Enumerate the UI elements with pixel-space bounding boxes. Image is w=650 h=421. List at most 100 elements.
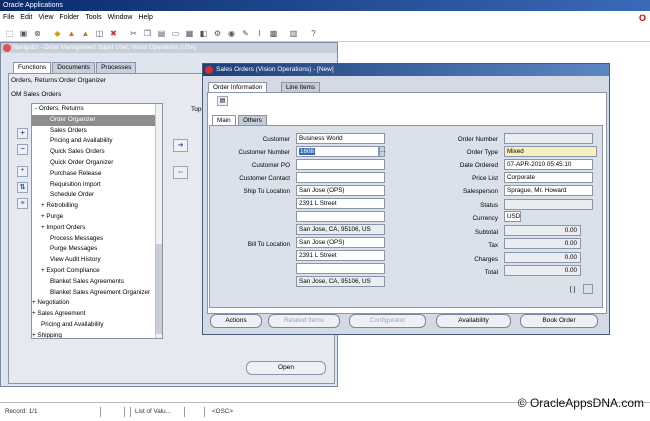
tree-item[interactable]: Pricing and Availability: [32, 320, 162, 331]
availability-button[interactable]: Availability: [436, 314, 511, 328]
bill-to-line-1[interactable]: San Jose (OPS): [296, 237, 385, 248]
ship-to-line-1[interactable]: San Jose (OPS): [296, 185, 385, 196]
tools-icon[interactable]: ⚙: [212, 28, 223, 39]
subtotal-label: Subtotal: [474, 229, 498, 236]
tree-item[interactable]: + Negotiation: [32, 298, 162, 309]
book-order-button[interactable]: Book Order: [520, 314, 598, 328]
tree-item[interactable]: Quick Sales Orders: [32, 147, 162, 158]
tree-scroll-thumb[interactable]: [156, 244, 162, 334]
customer-label: Customer: [262, 136, 290, 143]
expand-all-icon[interactable]: ⇅: [17, 182, 28, 193]
tree-item[interactable]: + Shipping: [32, 331, 162, 338]
navigator-icon[interactable]: ◆: [52, 28, 63, 39]
tree-item[interactable]: Blanket Sales Agreements: [32, 277, 162, 288]
ship-to-line-3: [296, 211, 385, 222]
open-icon[interactable]: ⬚: [4, 28, 15, 39]
folder-icon[interactable]: ▤: [217, 96, 228, 106]
bill-to-line-4: San Jose, CA, 95106, US: [296, 276, 385, 287]
menu-edit[interactable]: Edit: [17, 11, 35, 25]
find-icon[interactable]: ◉: [226, 28, 237, 39]
descriptive-flexfield-bracket[interactable]: [ ]: [570, 286, 575, 293]
tree-item[interactable]: Purge Messages: [32, 244, 162, 255]
menu-tools[interactable]: Tools: [82, 11, 104, 25]
tree-item[interactable]: Quick Order Organizer: [32, 158, 162, 169]
tree-item[interactable]: Blanket Sales Agreement Organizer: [32, 288, 162, 299]
customer-po-field[interactable]: [296, 159, 385, 170]
collapse-all-icon[interactable]: ≡: [17, 198, 28, 209]
folder-icon[interactable]: ▦: [184, 28, 195, 39]
delete-record-icon[interactable]: ✖: [108, 28, 119, 39]
tab-processes[interactable]: Processes: [96, 62, 137, 73]
tree-item[interactable]: Order Organizer: [32, 114, 162, 126]
clear-icon[interactable]: ▭: [170, 28, 181, 39]
tree-item[interactable]: Pricing and Availability: [32, 136, 162, 147]
tab-others[interactable]: Others: [238, 115, 267, 125]
menu-help[interactable]: Help: [135, 11, 155, 25]
currency-field[interactable]: USD: [504, 211, 521, 222]
tree-item[interactable]: + Export Compliance: [32, 266, 162, 277]
tree-item[interactable]: - Orders, Returns: [32, 104, 162, 115]
add-to-top-ten-icon[interactable]: ➜: [173, 139, 188, 152]
menu-window[interactable]: Window: [105, 11, 136, 25]
app-title-bar: Oracle Applications: [0, 0, 650, 11]
customer-number-field[interactable]: 1608: [296, 146, 379, 157]
order-number-label: Order Number: [457, 136, 498, 143]
tax-label: Tax: [488, 242, 498, 249]
salesperson-field[interactable]: Sprague, Mr. Howard: [504, 185, 593, 196]
salesperson-label: Salesperson: [462, 188, 498, 195]
edit-field-icon[interactable]: ✎: [240, 28, 251, 39]
customer-contact-field[interactable]: [296, 172, 385, 183]
tree-item[interactable]: Requisition Import: [32, 180, 162, 191]
navigator-title-bar[interactable]: Navigator - Order Management Super User,…: [1, 43, 337, 53]
price-list-field[interactable]: Corporate: [504, 172, 593, 183]
translations-icon[interactable]: ▲: [80, 28, 91, 39]
tab-documents[interactable]: Documents: [52, 62, 96, 73]
zoom-icon[interactable]: ▲: [66, 28, 77, 39]
tree-item[interactable]: Schedule Order: [32, 190, 162, 201]
copy-icon[interactable]: ❐: [142, 28, 153, 39]
stop-icon[interactable]: ⊗: [32, 28, 43, 39]
tree-item[interactable]: + Sales Agreement: [32, 309, 162, 320]
tree-item[interactable]: + Purge: [32, 212, 162, 223]
navigator-title: Navigator - Order Management Super User,…: [13, 45, 197, 51]
tab-main[interactable]: Main: [212, 115, 236, 125]
folder-tools-icon[interactable]: ▩: [268, 28, 279, 39]
list-of-values-icon[interactable]: …: [379, 146, 386, 157]
menu-folder[interactable]: Folder: [56, 11, 82, 25]
sales-orders-title-bar[interactable]: Sales Orders (Vision Operations) - [New]: [203, 64, 609, 76]
function-tree[interactable]: - Orders, Returns Order Organizer Sales Or…: [31, 103, 163, 339]
customer-field[interactable]: Business World: [296, 133, 385, 144]
tree-item[interactable]: Purchase Release: [32, 169, 162, 180]
tree-item[interactable]: Process Messages: [32, 234, 162, 245]
ship-to-line-4: San Jose, CA, 95106, US: [296, 224, 385, 235]
tree-item[interactable]: + Retrobilling: [32, 201, 162, 212]
related-items-button[interactable]: Related Items: [268, 314, 340, 328]
remove-from-top-ten-icon[interactable]: ⇐: [173, 166, 188, 179]
attachments-icon[interactable]: ⌇: [254, 28, 265, 39]
new-record-icon[interactable]: ◫: [94, 28, 105, 39]
menu-view[interactable]: View: [35, 11, 56, 25]
menu-file[interactable]: File: [0, 11, 17, 25]
collapse-icon[interactable]: −: [17, 144, 28, 155]
configurator-button[interactable]: Configurator: [349, 314, 426, 328]
open-button[interactable]: Open: [246, 361, 326, 375]
tree-item[interactable]: + Import Orders: [32, 223, 162, 234]
checkbox[interactable]: [583, 284, 593, 294]
order-type-field[interactable]: Mixed: [504, 146, 597, 157]
help-icon[interactable]: ?: [308, 28, 319, 39]
paste-icon[interactable]: ▤: [156, 28, 167, 39]
save-icon[interactable]: ▣: [18, 28, 29, 39]
tree-item[interactable]: View Audit History: [32, 255, 162, 266]
folder-view-icon[interactable]: ▥: [288, 28, 299, 39]
status-field: [504, 199, 593, 210]
expand-icon[interactable]: +: [17, 128, 28, 139]
window-icon[interactable]: ◧: [198, 28, 209, 39]
expand-branch-icon[interactable]: ⁺: [17, 166, 28, 177]
actions-button[interactable]: Actions: [210, 314, 262, 328]
cut-icon[interactable]: ✂: [128, 28, 139, 39]
tree-item[interactable]: Sales Orders: [32, 126, 162, 137]
date-ordered-field[interactable]: 07-APR-2010 05:45:10: [504, 159, 593, 170]
top-ten-label: Top: [191, 106, 202, 113]
tab-functions[interactable]: Functions: [13, 62, 52, 73]
tree-scrollbar[interactable]: [155, 104, 162, 338]
